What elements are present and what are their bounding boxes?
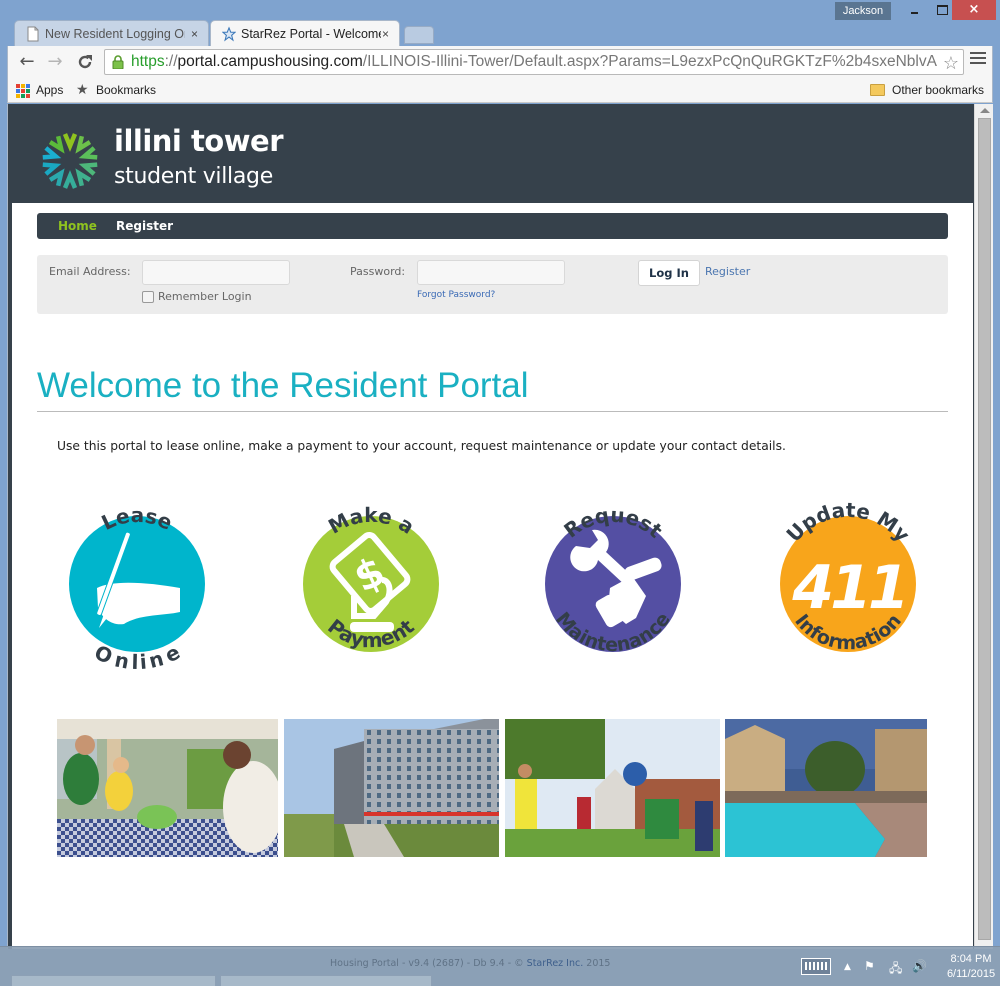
volume-icon[interactable]: 🔊 xyxy=(912,959,927,973)
window-titlebar: Jackson × New Resident Logging On × Star… xyxy=(0,0,1000,46)
taskbar-clock[interactable]: 8:04 PM 6/11/2015 xyxy=(944,952,998,982)
request-maintenance-badge: Request Maintenance xyxy=(545,503,681,656)
other-bookmarks[interactable]: Other bookmarks xyxy=(870,82,984,98)
intro-text: Use this portal to lease online, make a … xyxy=(57,439,786,453)
tab-close-icon[interactable]: × xyxy=(191,21,198,47)
nav-register[interactable]: Register xyxy=(116,213,173,239)
action-center-flag-icon[interactable]: ⚑ xyxy=(864,959,875,973)
nav-home[interactable]: Home xyxy=(58,213,97,239)
bookmarks-bar: Apps ★ Bookmarks Other bookmarks xyxy=(7,78,993,103)
remember-login-checkbox[interactable] xyxy=(142,291,154,303)
clock-time: 8:04 PM xyxy=(950,953,992,965)
tower-building-photo xyxy=(284,719,499,857)
page-scrollbar[interactable] xyxy=(974,104,993,949)
scrollbar-thumb[interactable] xyxy=(978,118,991,940)
profile-badge[interactable]: Jackson xyxy=(835,2,891,20)
lock-icon xyxy=(112,55,124,69)
login-panel: Email Address: Remember Login Password: … xyxy=(37,255,948,314)
bookmark-apps[interactable]: Apps xyxy=(16,82,63,98)
scroll-up-arrow-icon[interactable] xyxy=(980,108,990,113)
request-maintenance-tile[interactable]: Request Maintenance xyxy=(528,484,698,684)
tab-title: StarRez Portal - Welcome xyxy=(241,27,381,41)
new-tab-button[interactable] xyxy=(404,26,434,44)
title-divider xyxy=(37,411,948,412)
taskbar-button[interactable] xyxy=(220,975,432,986)
page-icon xyxy=(27,26,39,42)
url-separator: :// xyxy=(164,53,178,70)
url-host: portal.campushousing.com xyxy=(177,53,363,70)
email-label: Email Address: xyxy=(49,265,131,278)
lease-online-badge: Lease Online xyxy=(69,503,205,674)
logo-subtitle: student village xyxy=(114,164,273,189)
apps-grid-icon xyxy=(16,84,30,98)
logo-title: illini tower xyxy=(114,124,284,158)
clock-date: 6/11/2015 xyxy=(946,968,996,980)
pool-apartments-photo xyxy=(725,719,927,857)
minimize-button[interactable] xyxy=(900,0,928,20)
browser-toolbar: ← → https://portal.campushousing.com/ILL… xyxy=(7,46,993,78)
taskbar-button[interactable] xyxy=(11,975,216,986)
show-hidden-icons-icon[interactable]: ▲ xyxy=(844,962,851,972)
bookmark-label: Other bookmarks xyxy=(892,83,985,97)
password-field[interactable] xyxy=(417,260,565,285)
close-window-button[interactable]: × xyxy=(952,0,996,20)
forgot-password-link[interactable]: Forgot Password? xyxy=(417,290,495,300)
network-icon[interactable]: 🖧 xyxy=(889,959,902,980)
page-frame-left xyxy=(8,203,12,949)
register-link[interactable]: Register xyxy=(705,265,750,278)
chrome-menu-icon[interactable] xyxy=(970,52,986,68)
remember-login-label: Remember Login xyxy=(158,290,252,303)
page-viewport: illini tower student village Home Regist… xyxy=(7,104,974,949)
tab-close-icon[interactable]: × xyxy=(382,21,389,47)
make-payment-tile[interactable]: Make a Payment $ xyxy=(286,484,456,684)
footer-year: 2015 xyxy=(583,958,611,969)
windows-taskbar: Housing Portal - v9.4 (2687) - Db 9.4 - … xyxy=(0,946,1000,986)
reload-button[interactable] xyxy=(74,51,96,73)
illini-tower-logo-icon[interactable] xyxy=(40,131,100,191)
tab-title: New Resident Logging On xyxy=(45,27,185,41)
log-in-button[interactable]: Log In xyxy=(638,260,700,286)
url-path: /ILLINOIS-Illini-Tower/Default.aspx?Para… xyxy=(362,53,937,70)
make-payment-badge: Make a Payment $ xyxy=(303,503,439,652)
update-information-tile[interactable]: Update My Information 411 xyxy=(763,484,933,684)
page-footer: Housing Portal - v9.4 (2687) - Db 9.4 - … xyxy=(330,958,610,969)
bookmark-star-icon[interactable]: ☆ xyxy=(940,51,959,74)
students-playing-ball-photo xyxy=(505,719,720,857)
bookmark-bookmarks[interactable]: ★ Bookmarks xyxy=(76,81,157,98)
remember-login[interactable]: Remember Login xyxy=(142,290,252,304)
url-scheme: https xyxy=(131,53,165,70)
info-411-icon: 411 xyxy=(791,553,905,623)
forward-button[interactable]: → xyxy=(44,51,66,73)
back-button[interactable]: ← xyxy=(16,51,38,73)
starrez-star-icon xyxy=(222,26,236,42)
bookmark-label: Bookmarks xyxy=(96,83,157,97)
lease-online-tile[interactable]: Lease Online xyxy=(52,484,222,684)
footer-text: Housing Portal - v9.4 (2687) - Db 9.4 - … xyxy=(330,958,527,969)
address-bar[interactable]: https://portal.campushousing.com/ILLINOI… xyxy=(104,49,964,75)
bookmark-label: Apps xyxy=(36,83,64,97)
folder-icon xyxy=(870,84,885,96)
starrez-link[interactable]: StarRez Inc. xyxy=(527,958,584,969)
page-title: Welcome to the Resident Portal xyxy=(37,366,529,405)
update-information-badge: Update My Information 411 xyxy=(780,498,916,654)
tab-starrez-portal[interactable]: StarRez Portal - Welcome × xyxy=(210,20,400,46)
password-label: Password: xyxy=(350,265,406,278)
email-field[interactable] xyxy=(142,260,290,285)
star-icon: ★ xyxy=(76,81,89,97)
tab-new-resident[interactable]: New Resident Logging On × xyxy=(14,20,209,46)
main-nav: Home Register xyxy=(37,213,948,239)
site-header: illini tower student village xyxy=(8,104,974,203)
touch-keyboard-icon[interactable] xyxy=(801,958,831,975)
students-picnic-photo xyxy=(57,719,278,857)
reload-icon xyxy=(78,55,92,69)
